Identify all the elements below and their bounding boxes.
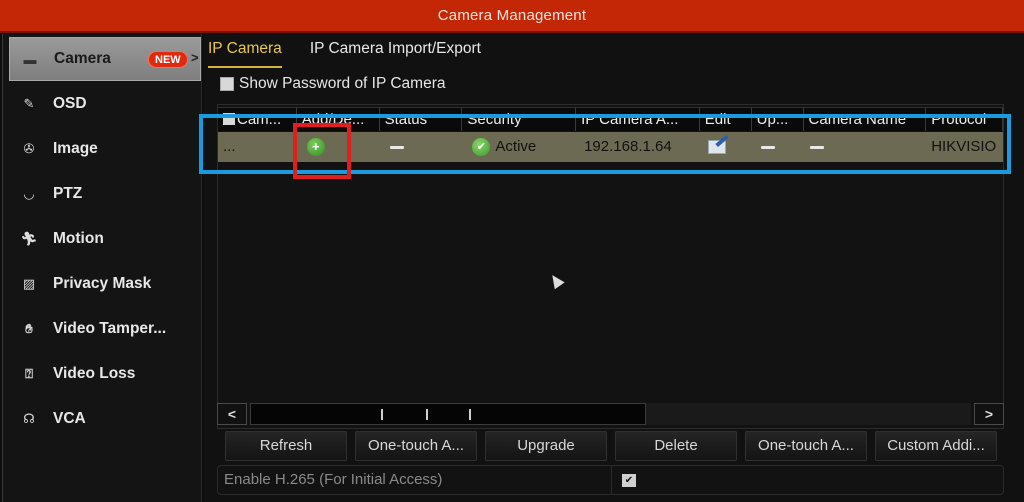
privacy-mask-icon: ▨	[22, 276, 36, 291]
table-header: Cam... Add/De... Status Security IP Came…	[218, 107, 1004, 131]
scroll-thumb[interactable]	[250, 403, 646, 425]
sidebar-item-label: Video Loss	[53, 365, 136, 382]
window-title: Camera Management	[437, 7, 587, 24]
cell-status	[380, 132, 463, 162]
chevron-right-icon: >	[191, 50, 199, 65]
sidebar-item-image[interactable]: ✇ Image	[9, 127, 201, 171]
video-loss-icon: ⍰	[25, 366, 33, 381]
checkbox[interactable]	[220, 77, 234, 91]
cell-camera-no: ...	[223, 138, 236, 155]
main-panel: IP Camera IP Camera Import/Export Show P…	[204, 34, 1024, 502]
column-header-add-delete[interactable]: Add/De...	[296, 107, 380, 131]
cell-add-delete: +	[297, 132, 380, 162]
hand-icon: ✋︎	[25, 321, 33, 336]
enable-h265-value: ✔	[612, 466, 1003, 494]
sidebar-item-motion[interactable]: 🏃︎ Motion	[9, 217, 201, 261]
sidebar-item-video-loss[interactable]: ⍰ Video Loss	[9, 352, 201, 396]
cell-ip-address: 192.168.1.64	[584, 138, 672, 155]
grip-line	[381, 409, 383, 420]
sidebar-item-label: Camera	[54, 50, 111, 67]
custom-adding-button[interactable]: Custom Addi...	[875, 431, 997, 461]
column-header-camera-name[interactable]: Camera Name	[803, 107, 927, 131]
column-header-security[interactable]: Security	[462, 107, 577, 131]
sidebar-item-osd[interactable]: ✎ OSD	[9, 82, 201, 126]
tab-bar: IP Camera IP Camera Import/Export	[208, 40, 509, 68]
tab-ip-camera[interactable]: IP Camera	[208, 40, 282, 68]
grip-line	[426, 409, 428, 420]
column-header-protocol[interactable]: Protocol	[926, 107, 1004, 131]
sidebar-item-label: VCA	[53, 410, 86, 427]
ptz-icon: ◡	[24, 186, 34, 201]
osd-icon: ✎	[23, 96, 35, 111]
sidebar-item-label: Motion	[53, 230, 104, 247]
horizontal-scrollbar[interactable]: < >	[217, 402, 1004, 426]
one-touch-activate-button[interactable]: One-touch A...	[745, 431, 867, 461]
sidebar-item-privacy-mask[interactable]: ▨ Privacy Mask	[9, 262, 201, 306]
refresh-button[interactable]: Refresh	[225, 431, 347, 461]
scroll-left-button[interactable]: <	[217, 403, 247, 425]
cell-edit	[700, 132, 752, 162]
column-header-edit[interactable]: Edit	[699, 107, 752, 131]
sidebar-item-video-tamper[interactable]: ✋︎ Video Tamper...	[9, 307, 201, 351]
ip-camera-table: Cam... Add/De... Status Security IP Came…	[217, 104, 1004, 429]
status-dash	[389, 145, 404, 149]
new-badge: NEW	[148, 51, 188, 68]
sidebar-item-label: OSD	[53, 95, 87, 112]
enable-h265-checkbox[interactable]: ✔	[622, 473, 636, 487]
cell-security: ✔ Active	[462, 132, 576, 162]
cell-camera-name	[804, 132, 927, 162]
vca-icon: ☊	[23, 411, 35, 426]
security-status: Active	[495, 138, 537, 155]
add-icon[interactable]: +	[306, 138, 325, 156]
select-all-checkbox[interactable]	[223, 113, 235, 125]
sidebar-item-vca[interactable]: ☊ VCA	[9, 397, 201, 441]
sidebar-item-label: Image	[53, 140, 98, 157]
sidebar: ▬ Camera NEW > ✎ OSD ✇ Image ◡ PTZ 🏃︎ Mo…	[2, 34, 202, 502]
one-touch-adding-button[interactable]: One-touch A...	[355, 431, 477, 461]
check-circle-icon: ✔	[472, 138, 491, 156]
show-password-checkbox[interactable]: Show Password of IP Camera	[220, 75, 445, 93]
upgrade-button[interactable]: Upgrade	[485, 431, 607, 461]
cell-protocol: HIKVISIO	[931, 138, 997, 155]
motion-icon: 🏃︎	[20, 231, 38, 246]
window-title-bar: Camera Management	[0, 0, 1024, 33]
sidebar-item-camera[interactable]: ▬ Camera NEW >	[9, 37, 201, 81]
image-icon: ✇	[23, 141, 35, 156]
scroll-track[interactable]	[250, 403, 971, 425]
column-header-status[interactable]: Status	[379, 107, 463, 131]
sidebar-item-ptz[interactable]: ◡ PTZ	[9, 172, 201, 216]
column-header-upgrade[interactable]: Up...	[751, 107, 804, 131]
tab-ip-camera-import-export[interactable]: IP Camera Import/Export	[310, 40, 481, 68]
sidebar-item-label: PTZ	[53, 185, 83, 202]
upgrade-dash	[760, 145, 775, 149]
enable-h265-label: Enable H.265 (For Initial Access)	[218, 466, 612, 494]
camera-icon: ▬	[23, 51, 37, 67]
cell-upgrade	[752, 132, 804, 162]
action-buttons: Refresh One-touch A... Upgrade Delete On…	[225, 431, 1005, 461]
grip-line	[469, 409, 471, 420]
table-row[interactable]: ... + ✔ Active 192.168.1.64 HIKVISIO	[218, 132, 1003, 162]
column-header-ip-address[interactable]: IP Camera A...	[576, 107, 700, 131]
enable-h265-row: Enable H.265 (For Initial Access) ✔	[217, 465, 1004, 495]
delete-button[interactable]: Delete	[615, 431, 737, 461]
edit-icon[interactable]	[707, 140, 726, 154]
sidebar-item-label: Video Tamper...	[53, 320, 167, 337]
camera-name-dash	[809, 145, 824, 149]
column-header-camera[interactable]: Cam...	[218, 107, 297, 131]
show-password-label: Show Password of IP Camera	[239, 75, 446, 92]
scroll-right-button[interactable]: >	[974, 403, 1004, 425]
sidebar-item-label: Privacy Mask	[53, 275, 152, 292]
